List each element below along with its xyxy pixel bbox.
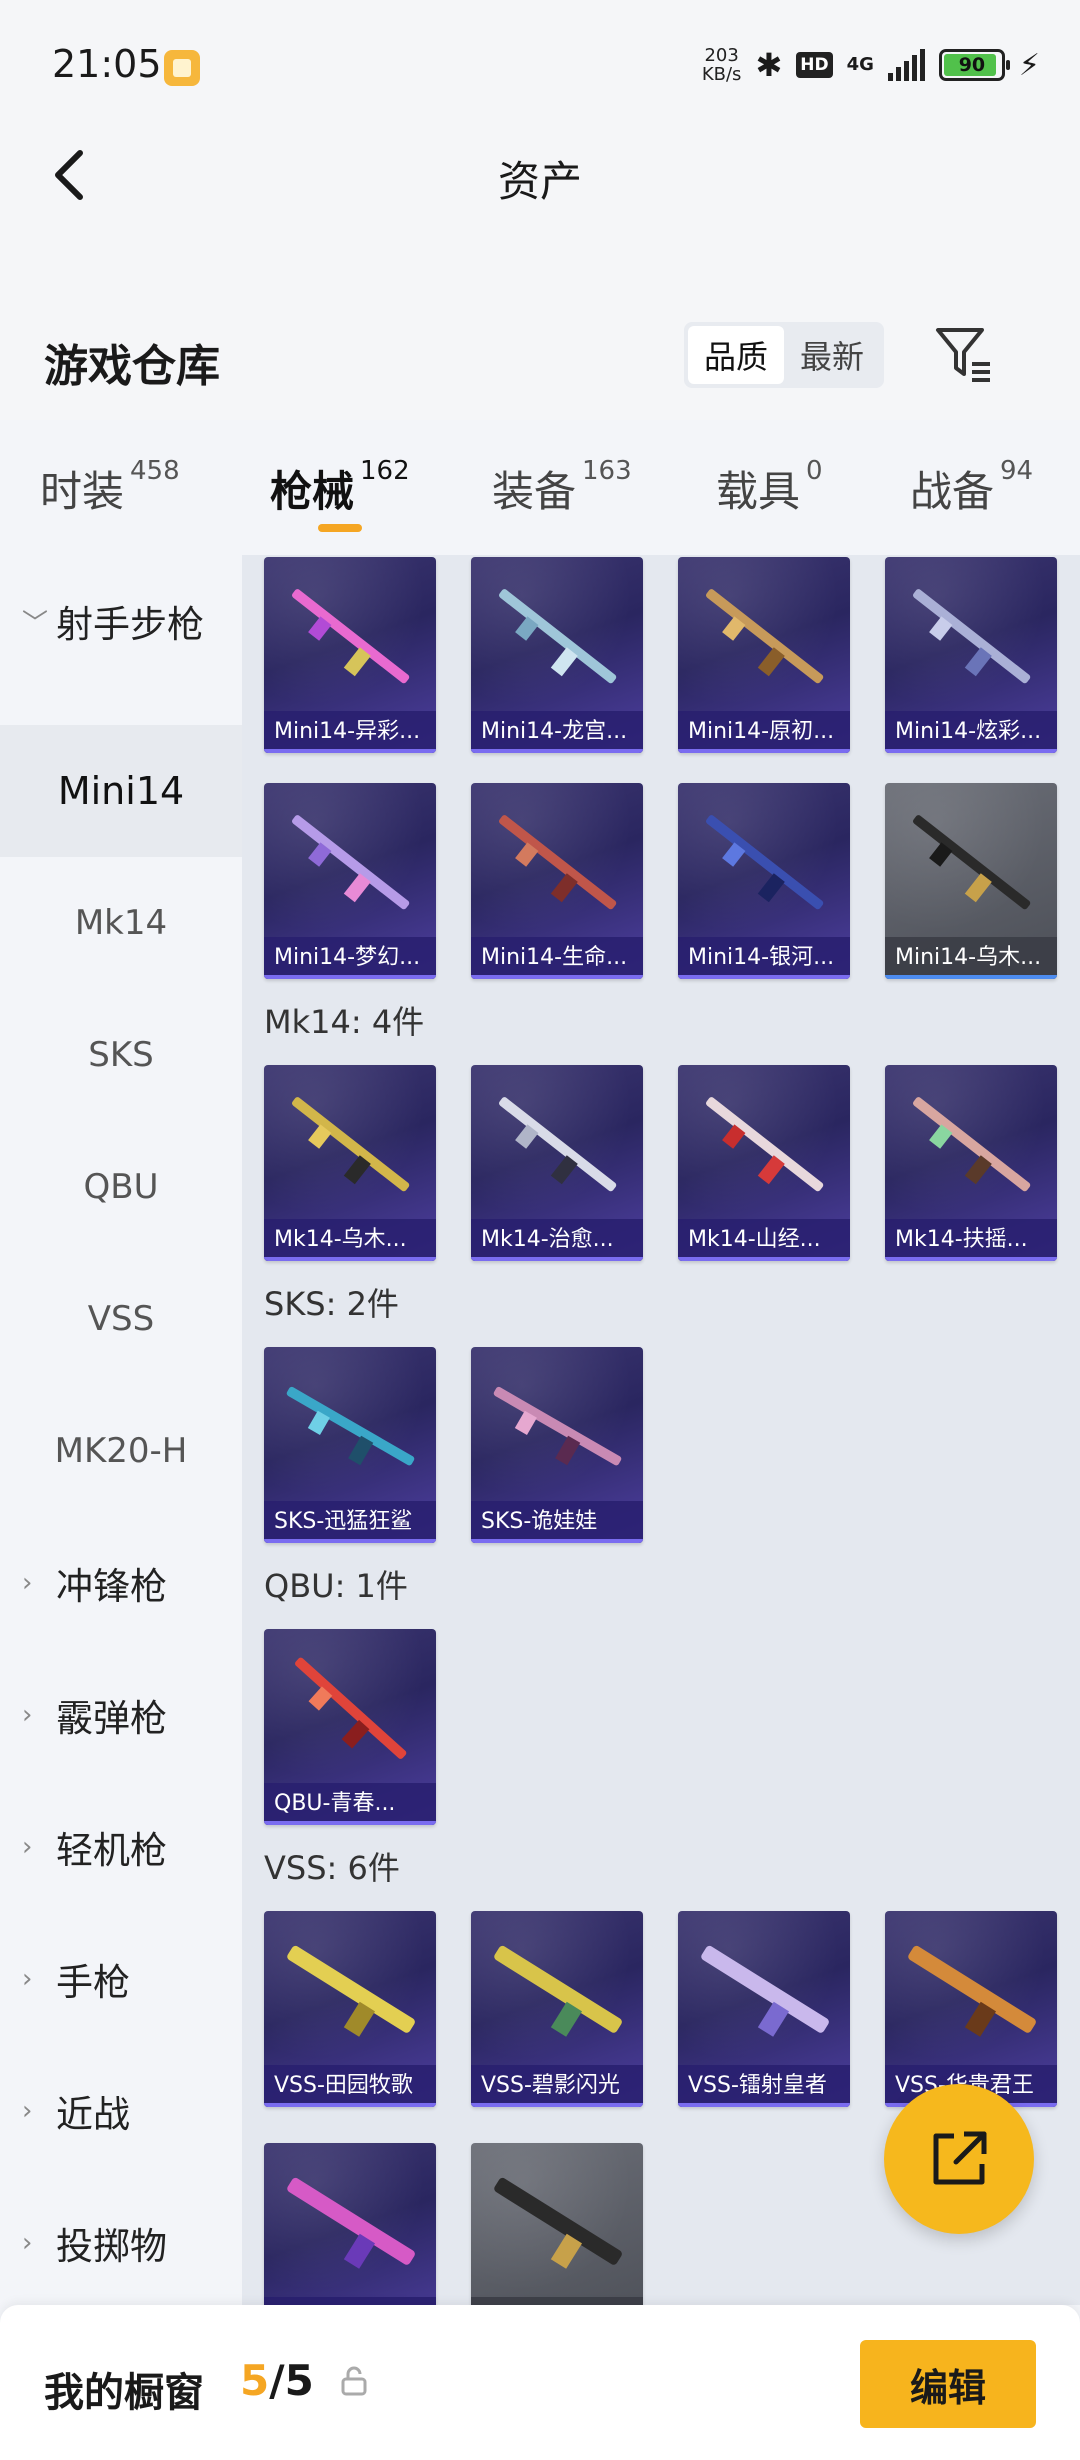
hd-icon: HD — [796, 52, 833, 78]
rifle-icon — [287, 1945, 415, 2037]
sidebar-category-throwables[interactable]: › 投掷物 — [0, 2177, 242, 2309]
share-button[interactable] — [884, 2084, 1034, 2234]
active-tab-indicator — [318, 524, 362, 532]
rifle-icon — [494, 2177, 622, 2269]
item-card[interactable]: Mk14-扶摇... — [885, 1065, 1057, 1261]
sort-toggle: 品质 最新 — [684, 322, 884, 388]
item-card[interactable]: Mini14-生命... — [471, 783, 643, 979]
sidebar-category-melee[interactable]: › 近战 — [0, 2045, 242, 2177]
rifle-icon — [706, 815, 824, 910]
item-card[interactable]: Mini14-异彩... — [264, 557, 436, 753]
chevron-right-icon: › — [22, 1832, 33, 1862]
lock-icon — [341, 2366, 367, 2396]
chevron-right-icon: › — [22, 2228, 33, 2258]
chevron-right-icon: › — [22, 2096, 33, 2126]
tab-supplies[interactable]: 战备 94 — [910, 456, 1033, 519]
chevron-right-icon: › — [22, 1964, 33, 1994]
status-indicators: 203 KB/s ✱ HD 4G 90 ⚡ — [702, 46, 1040, 84]
section-header-qbu: QBU: 1件 — [264, 1567, 408, 1605]
item-card[interactable]: VSS-田园牧歌 — [264, 1911, 436, 2107]
tab-fashion[interactable]: 时装 458 — [40, 456, 180, 519]
sidebar-category-shotgun[interactable]: › 霰弹枪 — [0, 1649, 242, 1781]
item-card[interactable]: QBU-青春... — [264, 1629, 436, 1825]
sidebar-category-marksman-rifles[interactable]: ﹀ 射手步枪 — [0, 555, 242, 687]
window-label: 我的橱窗 — [44, 2370, 204, 2416]
rifle-icon — [499, 1097, 617, 1192]
edit-button[interactable]: 编辑 — [860, 2340, 1036, 2428]
sidebar-category-pistol[interactable]: › 手枪 — [0, 1913, 242, 2045]
bluetooth-icon: ✱ — [755, 46, 783, 84]
sort-quality-button[interactable]: 品质 — [688, 326, 784, 384]
rifle-icon — [287, 2177, 415, 2269]
rifle-icon — [913, 815, 1031, 910]
battery-level: 90 — [958, 54, 986, 76]
rifle-icon — [499, 815, 617, 910]
section-header-sks: SKS: 2件 — [264, 1285, 399, 1323]
tab-firearms[interactable]: 枪械 162 — [270, 456, 410, 519]
rifle-icon — [499, 589, 617, 684]
network-type: 4G — [846, 54, 874, 75]
rifle-icon — [494, 1945, 622, 2037]
item-card[interactable]: VSS-华贵君王 — [885, 1911, 1057, 2107]
item-card[interactable]: VSS-碧影闪光 — [471, 1911, 643, 2107]
item-card[interactable]: Mini14-龙宫... — [471, 557, 643, 753]
item-card[interactable]: Mk14-治愈... — [471, 1065, 643, 1261]
sidebar: ﹀ 射手步枪 Mini14 Mk14 SKS QBU VSS MK20-H › … — [0, 555, 242, 2305]
network-speed: 203 KB/s — [701, 45, 742, 85]
item-card[interactable]: SKS-诡娃娃 — [471, 1347, 643, 1543]
chevron-right-icon: › — [22, 1700, 33, 1730]
item-grid: Mini14-异彩... Mini14-龙宫... Mini14-原初... M… — [242, 555, 1080, 2305]
section-header-vss: VSS: 6件 — [264, 1849, 400, 1887]
item-card[interactable]: VSS-镭射皇者 — [678, 1911, 850, 2107]
rifle-icon — [706, 1097, 824, 1192]
page-title: 资产 — [497, 157, 582, 206]
item-card[interactable]: Mini14-原初... — [678, 557, 850, 753]
rifle-icon — [292, 589, 410, 684]
sidebar-category-lmg[interactable]: › 轻机枪 — [0, 1781, 242, 1913]
rifle-icon — [701, 1945, 829, 2037]
repo-title: 游戏仓库 — [44, 341, 220, 392]
rifle-icon — [913, 589, 1031, 684]
rifle-icon — [292, 815, 410, 910]
item-card[interactable]: SKS-迅猛狂鲨 — [264, 1347, 436, 1543]
sidebar-item-sks[interactable]: SKS — [0, 989, 242, 1121]
chevron-right-icon: › — [22, 1568, 33, 1598]
rifle-icon — [295, 1657, 407, 1759]
item-card[interactable]: Mini14-梦幻... — [264, 783, 436, 979]
section-header-mk14: Mk14: 4件 — [264, 1003, 425, 1041]
battery-icon: 90 — [938, 49, 1010, 81]
item-card[interactable] — [471, 2143, 643, 2305]
status-time: 21:05 — [52, 42, 162, 86]
rifle-icon — [706, 589, 824, 684]
rifle-icon — [913, 1097, 1031, 1192]
filter-icon[interactable] — [932, 322, 996, 386]
app-notification-icon — [164, 50, 200, 86]
sidebar-item-vss[interactable]: VSS — [0, 1253, 242, 1385]
signal-icon — [887, 49, 925, 81]
sidebar-item-mk14[interactable]: Mk14 — [0, 857, 242, 989]
chevron-down-icon: ﹀ — [22, 608, 49, 639]
item-card[interactable]: Mini14-炫彩... — [885, 557, 1057, 753]
tab-equipment[interactable]: 装备 163 — [492, 456, 632, 519]
sidebar-category-smg[interactable]: › 冲锋枪 — [0, 1517, 242, 1649]
sidebar-item-mk20h[interactable]: MK20-H — [0, 1385, 242, 1517]
item-card[interactable] — [264, 2143, 436, 2305]
sidebar-item-qbu[interactable]: QBU — [0, 1121, 242, 1253]
charging-icon: ⚡ — [1018, 47, 1040, 83]
window-count: 5/5 — [240, 2356, 314, 2405]
rifle-icon — [292, 1097, 410, 1192]
item-card[interactable]: Mk14-乌木... — [264, 1065, 436, 1261]
item-card[interactable]: Mk14-山经... — [678, 1065, 850, 1261]
rifle-icon — [908, 1945, 1036, 2037]
sort-newest-button[interactable]: 最新 — [784, 326, 880, 384]
rifle-icon — [493, 1386, 622, 1466]
item-card[interactable]: Mini14-乌木... — [885, 783, 1057, 979]
tab-vehicles[interactable]: 载具 0 — [716, 456, 823, 519]
item-card[interactable]: Mini14-银河... — [678, 783, 850, 979]
rifle-icon — [286, 1386, 415, 1466]
external-link-icon — [933, 2131, 987, 2185]
sidebar-item-mini14[interactable]: Mini14 — [0, 725, 242, 857]
